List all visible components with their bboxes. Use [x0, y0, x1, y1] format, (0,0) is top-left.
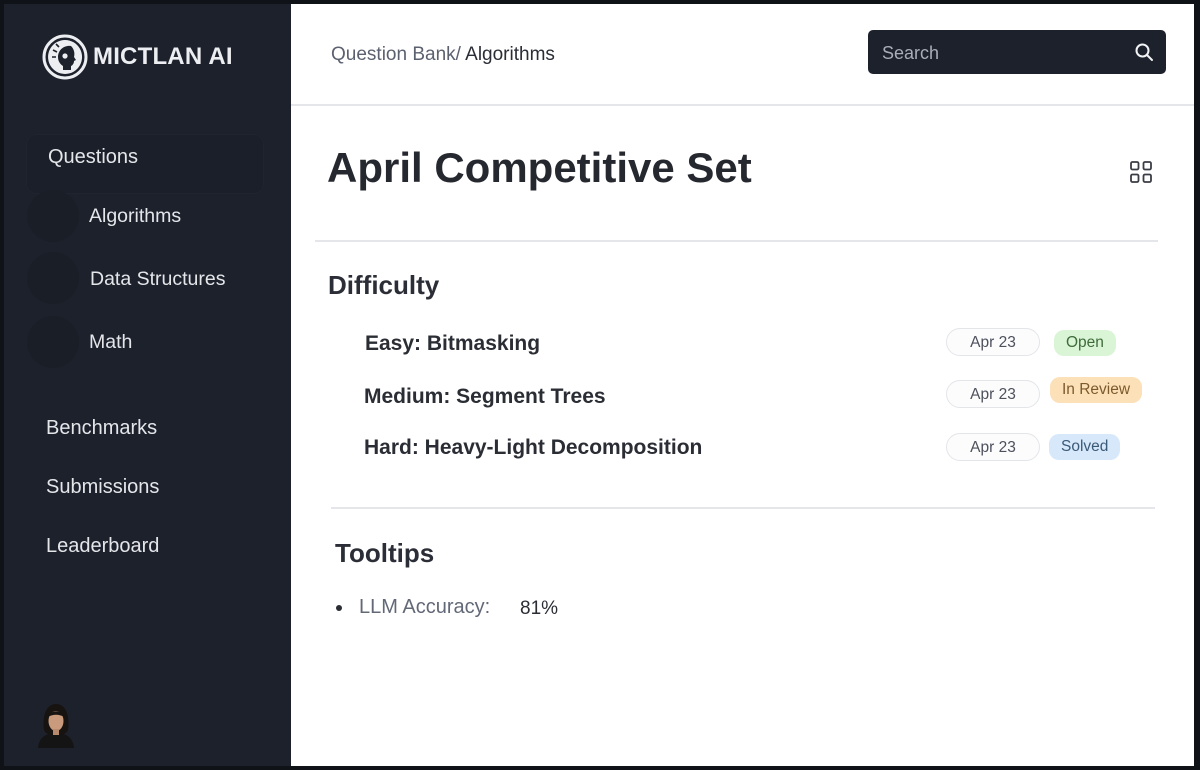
grid-icon[interactable]	[1129, 160, 1153, 184]
sidebar-subitem-bg	[27, 190, 79, 242]
divider	[315, 240, 1158, 242]
sidebar-item-label: Questions	[48, 146, 139, 168]
tooltips-heading: Tooltips	[335, 538, 435, 568]
sidebar-item-benchmarks[interactable]: Benchmarks	[46, 417, 157, 440]
date-badge: Apr 23	[946, 380, 1040, 408]
date-badge: Apr 23	[946, 328, 1040, 356]
bullet	[336, 605, 342, 611]
sidebar-subitem-algorithms[interactable]: Algorithms	[89, 205, 181, 228]
sidebar-subitem-bg	[27, 252, 79, 304]
sidebar-subitem-bg	[27, 316, 79, 368]
search-input[interactable]	[880, 30, 1124, 76]
status-badge-open: Open	[1054, 330, 1116, 356]
breadcrumb-root[interactable]: Question Bank/	[331, 44, 461, 65]
sidebar-item-leaderboard[interactable]: Leaderboard	[46, 535, 159, 558]
divider	[331, 507, 1155, 509]
brand[interactable]: MICTLAN AI	[42, 34, 233, 80]
brand-name: MICTLAN AI	[93, 43, 233, 70]
main-content: Question Bank/ Algorithms April Competit…	[291, 4, 1194, 766]
top-bar: Question Bank/ Algorithms	[291, 4, 1194, 106]
sidebar-subitem-data-structures[interactable]: Data Structures	[90, 268, 225, 291]
search-icon[interactable]	[1134, 42, 1154, 62]
question-easy[interactable]: Easy: Bitmasking	[365, 332, 540, 356]
search-box[interactable]	[868, 30, 1166, 76]
breadcrumb: Question Bank/ Algorithms	[331, 44, 555, 66]
difficulty-heading: Difficulty	[328, 270, 440, 300]
breadcrumb-current: Algorithms	[465, 44, 555, 65]
status-badge-in-review: In Review	[1050, 377, 1143, 403]
sidebar-item-submissions[interactable]: Submissions	[46, 476, 159, 499]
page-title: April Competitive Set	[327, 144, 752, 191]
sidebar-subitem-math[interactable]: Math	[89, 331, 132, 354]
tooltip-label: LLM Accuracy:	[359, 596, 491, 618]
sidebar: MICTLAN AI Questions Algorithms Data Str…	[4, 4, 291, 766]
status-badge-solved: Solved	[1049, 434, 1121, 460]
question-hard[interactable]: Hard: Heavy-Light Decomposition	[364, 436, 702, 460]
user-avatar[interactable]	[34, 700, 78, 748]
date-badge: Apr 23	[946, 433, 1040, 461]
question-medium[interactable]: Medium: Segment Trees	[364, 385, 606, 409]
skull-logo-icon	[42, 34, 88, 80]
sidebar-item-questions[interactable]: Questions	[26, 134, 264, 194]
tooltip-value: 81%	[520, 598, 559, 619]
